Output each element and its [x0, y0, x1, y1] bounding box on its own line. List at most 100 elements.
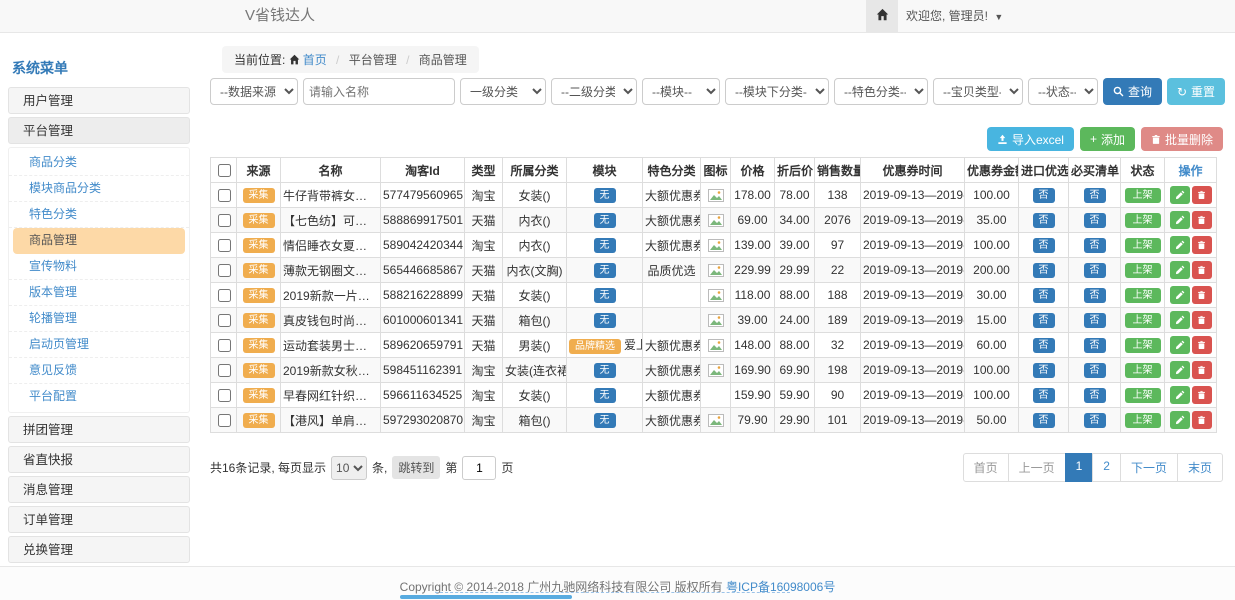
module-select[interactable]: --模块-- [642, 78, 720, 105]
import-select-toggle[interactable]: 否 [1033, 363, 1055, 378]
delete-button[interactable] [1192, 386, 1212, 404]
module-subcategory-select[interactable]: --模块下分类-- [725, 78, 829, 105]
sidebar-item[interactable]: 省直快报 [8, 446, 190, 473]
user-menu[interactable]: 欢迎您, 管理员! ▼ [906, 0, 1003, 33]
row-checkbox[interactable] [218, 314, 231, 327]
reset-button[interactable]: ↻ 重置 [1167, 78, 1225, 105]
delete-button[interactable] [1192, 361, 1212, 379]
row-checkbox[interactable] [218, 214, 231, 227]
sidebar-item[interactable]: 订单管理 [8, 506, 190, 533]
status-select[interactable]: --状态-- [1028, 78, 1098, 105]
row-checkbox[interactable] [218, 339, 231, 352]
import-select-toggle[interactable]: 否 [1033, 388, 1055, 403]
sidebar-subitem[interactable]: 平台配置 [9, 384, 189, 410]
home-nav-button[interactable] [866, 0, 898, 32]
select-all-checkbox[interactable] [218, 164, 231, 177]
breadcrumb-home-link[interactable]: 首页 [289, 53, 330, 67]
row-checkbox[interactable] [218, 364, 231, 377]
breadcrumb-item[interactable]: 平台管理 [349, 53, 397, 67]
edit-button[interactable] [1170, 361, 1190, 379]
name-search-input[interactable] [303, 78, 455, 105]
sidebar-item[interactable]: 兑换管理 [8, 536, 190, 563]
sidebar-item[interactable]: 平台管理 [8, 117, 190, 144]
delete-button[interactable] [1192, 411, 1212, 429]
sidebar-subitem[interactable]: 商品管理 [13, 228, 185, 254]
per-page-select[interactable]: 10 [331, 456, 367, 480]
sidebar-subitem[interactable]: 意见反馈 [9, 358, 189, 384]
must-buy-toggle[interactable]: 否 [1084, 188, 1106, 203]
import-excel-button[interactable]: 导入excel [987, 127, 1074, 151]
must-buy-toggle[interactable]: 否 [1084, 213, 1106, 228]
delete-button[interactable] [1192, 261, 1212, 279]
row-checkbox[interactable] [218, 289, 231, 302]
import-select-toggle[interactable]: 否 [1033, 263, 1055, 278]
delete-button[interactable] [1192, 186, 1212, 204]
delete-button[interactable] [1192, 286, 1212, 304]
import-select-toggle[interactable]: 否 [1033, 338, 1055, 353]
must-buy-toggle[interactable]: 否 [1084, 413, 1106, 428]
sidebar-subitem[interactable]: 启动页管理 [9, 332, 189, 358]
must-buy-toggle[interactable]: 否 [1084, 263, 1106, 278]
must-buy-toggle[interactable]: 否 [1084, 288, 1106, 303]
edit-button[interactable] [1170, 186, 1190, 204]
page-link[interactable]: 2 [1092, 453, 1121, 482]
status-badge[interactable]: 上架 [1125, 363, 1161, 378]
edit-button[interactable] [1170, 261, 1190, 279]
status-badge[interactable]: 上架 [1125, 388, 1161, 403]
sidebar-subitem[interactable]: 模块商品分类 [9, 176, 189, 202]
status-badge[interactable]: 上架 [1125, 263, 1161, 278]
level2-category-select[interactable]: --二级分类-- [551, 78, 637, 105]
must-buy-toggle[interactable]: 否 [1084, 238, 1106, 253]
jump-page-input[interactable] [462, 456, 496, 480]
page-link[interactable]: 首页 [963, 453, 1009, 482]
status-badge[interactable]: 上架 [1125, 213, 1161, 228]
edit-button[interactable] [1170, 311, 1190, 329]
row-checkbox[interactable] [218, 389, 231, 402]
page-current[interactable]: 1 [1065, 453, 1094, 482]
import-select-toggle[interactable]: 否 [1033, 213, 1055, 228]
edit-button[interactable] [1170, 211, 1190, 229]
sidebar-subitem[interactable]: 版本管理 [9, 280, 189, 306]
delete-button[interactable] [1192, 311, 1212, 329]
search-button[interactable]: 查询 [1103, 78, 1162, 105]
status-badge[interactable]: 上架 [1125, 288, 1161, 303]
batch-delete-button[interactable]: 批量删除 [1141, 127, 1223, 151]
must-buy-toggle[interactable]: 否 [1084, 388, 1106, 403]
row-checkbox[interactable] [218, 414, 231, 427]
page-link[interactable]: 末页 [1177, 453, 1223, 482]
sidebar-subitem[interactable]: 商品分类 [9, 150, 189, 176]
sidebar-item[interactable]: 消息管理 [8, 476, 190, 503]
breadcrumb-item[interactable]: 商品管理 [419, 53, 467, 67]
status-badge[interactable]: 上架 [1125, 313, 1161, 328]
row-checkbox[interactable] [218, 264, 231, 277]
edit-button[interactable] [1170, 386, 1190, 404]
delete-button[interactable] [1192, 236, 1212, 254]
sidebar-subitem[interactable]: 轮播管理 [9, 306, 189, 332]
status-badge[interactable]: 上架 [1125, 413, 1161, 428]
import-select-toggle[interactable]: 否 [1033, 238, 1055, 253]
item-type-select[interactable]: --宝贝类型-- [933, 78, 1023, 105]
jump-button[interactable]: 跳转到 [392, 456, 440, 479]
horizontal-scrollbar-thumb[interactable] [400, 595, 572, 599]
must-buy-toggle[interactable]: 否 [1084, 313, 1106, 328]
must-buy-toggle[interactable]: 否 [1084, 363, 1106, 378]
import-select-toggle[interactable]: 否 [1033, 313, 1055, 328]
edit-button[interactable] [1170, 336, 1190, 354]
add-button[interactable]: + 添加 [1080, 127, 1135, 151]
page-link[interactable]: 上一页 [1008, 453, 1066, 482]
sidebar-subitem[interactable]: 特色分类 [9, 202, 189, 228]
delete-button[interactable] [1192, 336, 1212, 354]
edit-button[interactable] [1170, 411, 1190, 429]
edit-button[interactable] [1170, 286, 1190, 304]
import-select-toggle[interactable]: 否 [1033, 413, 1055, 428]
import-select-toggle[interactable]: 否 [1033, 188, 1055, 203]
level1-category-select[interactable]: 一级分类 [460, 78, 546, 105]
status-badge[interactable]: 上架 [1125, 238, 1161, 253]
sidebar-subitem[interactable]: 宣传物料 [9, 254, 189, 280]
must-buy-toggle[interactable]: 否 [1084, 338, 1106, 353]
data-source-select[interactable]: --数据来源-- [210, 78, 298, 105]
row-checkbox[interactable] [218, 239, 231, 252]
sidebar-item[interactable]: 拼团管理 [8, 416, 190, 443]
import-select-toggle[interactable]: 否 [1033, 288, 1055, 303]
feature-category-select[interactable]: --特色分类-- [834, 78, 928, 105]
